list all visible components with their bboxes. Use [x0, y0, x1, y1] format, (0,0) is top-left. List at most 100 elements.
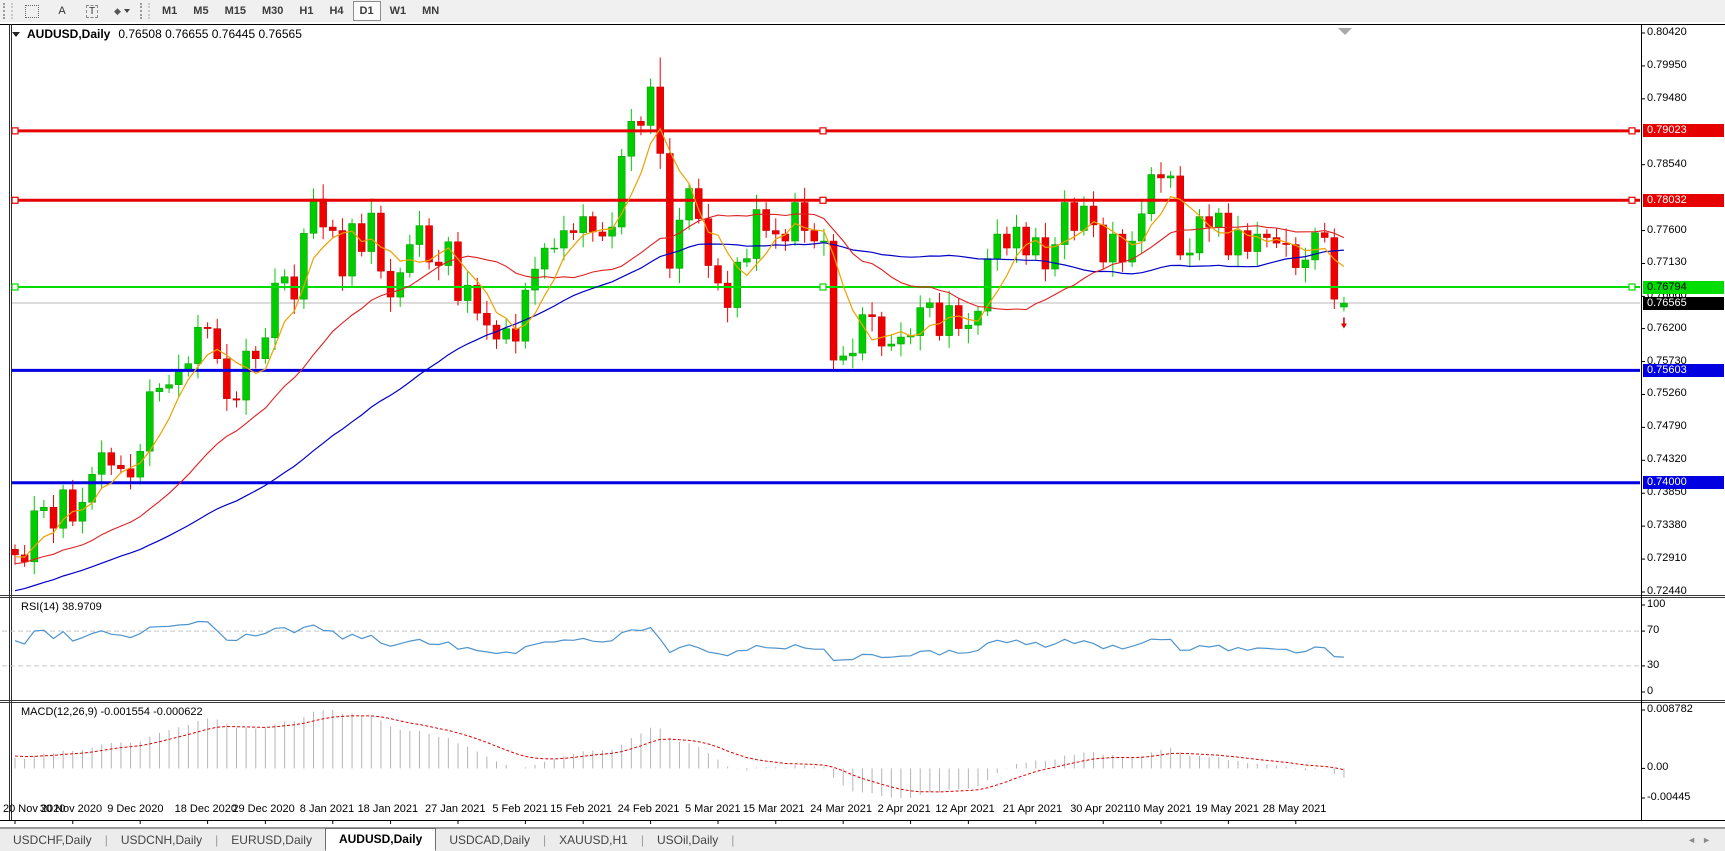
chart-shift-marker-icon[interactable]: [1338, 28, 1352, 35]
timeframe-d1[interactable]: D1: [352, 1, 381, 21]
price-level-badge: 0.76565: [1643, 296, 1724, 310]
price-level-badge: 0.74000: [1643, 476, 1724, 490]
shapes-dropdown-caret[interactable]: [123, 9, 130, 13]
tab-usoil-daily[interactable]: USOil,Daily: [644, 831, 731, 849]
price-tick-label: 0.78540: [1647, 157, 1687, 170]
date-label: 18 Dec 2020: [174, 803, 237, 815]
tab-usdcnh-daily[interactable]: USDCNH,Daily: [108, 831, 215, 849]
date-label: 9 Dec 2020: [107, 803, 164, 815]
timeframe-h1[interactable]: H1: [292, 1, 320, 21]
tab-audusd-daily[interactable]: AUDUSD,Daily: [324, 827, 437, 851]
tab-usdchf-daily[interactable]: USDCHF,Daily: [0, 831, 105, 849]
tab-separator: |: [731, 833, 735, 847]
date-label: 19 May 2021: [1195, 803, 1259, 815]
date-label: 10 May 2021: [1127, 803, 1192, 815]
chart-menu-caret[interactable]: [12, 31, 20, 37]
chart-symbol-label: AUDUSD,Daily: [27, 27, 111, 41]
rsi-tick-label: 70: [1647, 624, 1660, 637]
tabs-scroll-right-icon[interactable]: ►: [1702, 835, 1717, 845]
price-tick-label: 0.77600: [1647, 223, 1687, 236]
date-label: 28 May 2021: [1262, 803, 1327, 815]
moving-averages-layer: [14, 127, 1345, 592]
date-label: 15 Feb 2021: [550, 803, 612, 815]
date-label: 30 Nov 2020: [39, 803, 103, 815]
rsi-line: [14, 620, 1344, 662]
price-level-badge: 0.75603: [1643, 363, 1724, 377]
hline-handle[interactable]: [1628, 196, 1636, 204]
timeframe-m15[interactable]: M15: [218, 1, 253, 21]
rsi-panel: [2, 620, 1640, 667]
rsi-tick-label: 100: [1647, 598, 1666, 610]
timeframe-m1[interactable]: M1: [155, 1, 184, 21]
date-label: 24 Feb 2021: [617, 803, 680, 815]
toolbar-grip[interactable]: [3, 3, 13, 19]
price-chart-surface[interactable]: [0, 22, 1725, 828]
hline-handle[interactable]: [819, 196, 827, 204]
shapes-tool-icon[interactable]: ◆: [107, 1, 137, 21]
date-label: 24 Mar 2021: [810, 803, 872, 815]
date-label: 15 Mar 2021: [742, 803, 805, 815]
hline-handle[interactable]: [819, 283, 827, 291]
hline-handle[interactable]: [1628, 127, 1636, 135]
chart-frame: [0, 24, 1725, 828]
date-label: 27 Jan 2021: [424, 803, 486, 815]
date-label: 12 Apr 2021: [935, 803, 995, 815]
toolbar-grip-2[interactable]: [140, 3, 150, 19]
rsi-indicator-label: RSI(14) 38.9709: [21, 601, 102, 613]
top-toolbar: A T ◆ M1 M5 M15 M30 H1 H4 D1 W1 MN: [0, 0, 1725, 23]
macd-panel: [14, 710, 1345, 798]
ma-slow-line: [14, 242, 1344, 592]
price-tick-label: 0.73380: [1647, 519, 1687, 532]
rsi-tick-label: 30: [1647, 658, 1660, 671]
text-box-tool-icon[interactable]: T: [77, 1, 107, 21]
price-tick-label: 0.75260: [1647, 387, 1687, 400]
tabs-scroll-left-icon[interactable]: ◄: [1687, 835, 1702, 845]
chart-ohlc-values: 0.76508 0.76655 0.76445 0.76565: [118, 27, 302, 41]
price-level-badge: 0.79023: [1643, 124, 1724, 138]
timeframe-h4[interactable]: H4: [322, 1, 350, 21]
date-label: 29 Dec 2020: [232, 803, 295, 815]
rsi-tick-label: 0: [1647, 685, 1654, 697]
price-tick-label: 0.79950: [1647, 58, 1687, 71]
chart-window: AUDUSD,Daily 0.76508 0.76655 0.76445 0.7…: [0, 22, 1725, 828]
date-label: 5 Feb 2021: [492, 803, 549, 815]
price-tick-label: 0.72910: [1647, 552, 1687, 565]
tab-xauusd-h1[interactable]: XAUUSD,H1: [546, 831, 641, 849]
text-label-tool-icon[interactable]: A: [47, 1, 77, 21]
date-label: 2 Apr 2021: [877, 803, 931, 815]
price-tick-label: 0.76200: [1647, 321, 1687, 334]
timeframe-w1[interactable]: W1: [383, 1, 414, 21]
hline-handle[interactable]: [11, 196, 19, 204]
price-tick-label: 0.79480: [1647, 91, 1687, 104]
date-label: 8 Jan 2021: [299, 803, 355, 815]
timeframe-m30[interactable]: M30: [255, 1, 290, 21]
horizontal-lines-layer[interactable]: [11, 127, 1640, 485]
date-label: 21 Apr 2021: [1002, 803, 1063, 815]
timeframe-m5[interactable]: M5: [186, 1, 215, 21]
candles-layer: [11, 57, 1348, 575]
chart-title: AUDUSD,Daily 0.76508 0.76655 0.76445 0.7…: [12, 27, 302, 41]
macd-tick-label: -0.00445: [1647, 791, 1691, 803]
macd-indicator-label: MACD(12,26,9) -0.001554 -0.000622: [21, 706, 203, 718]
price-level-badge: 0.76794: [1643, 280, 1724, 294]
tab-usdcad-daily[interactable]: USDCAD,Daily: [436, 831, 543, 849]
hline-handle[interactable]: [819, 127, 827, 135]
date-label: 30 Apr 2021: [1070, 803, 1130, 815]
tab-eurusd-daily[interactable]: EURUSD,Daily: [218, 831, 325, 849]
hline-handle[interactable]: [11, 283, 19, 291]
timeframe-mn[interactable]: MN: [415, 1, 446, 21]
price-tick-label: 0.72440: [1647, 585, 1687, 597]
price-tick-label: 0.77130: [1647, 256, 1687, 269]
hline-handle[interactable]: [1628, 283, 1636, 291]
selection-tool-icon[interactable]: [17, 1, 47, 21]
price-tick-label: 0.74790: [1647, 420, 1687, 433]
macd-tick-label: 0.00: [1647, 761, 1669, 774]
date-label: 5 Mar 2021: [684, 803, 741, 815]
price-level-badge: 0.78032: [1643, 193, 1724, 207]
macd-tick-label: 0.008782: [1647, 703, 1693, 715]
price-tick-label: 0.74320: [1647, 453, 1687, 466]
date-label: 18 Jan 2021: [357, 803, 419, 815]
symbol-tabbar: USDCHF,Daily | USDCNH,Daily | EURUSD,Daily…: [0, 827, 1725, 851]
hline-handle[interactable]: [11, 127, 19, 135]
axes-layer: [14, 32, 1645, 824]
